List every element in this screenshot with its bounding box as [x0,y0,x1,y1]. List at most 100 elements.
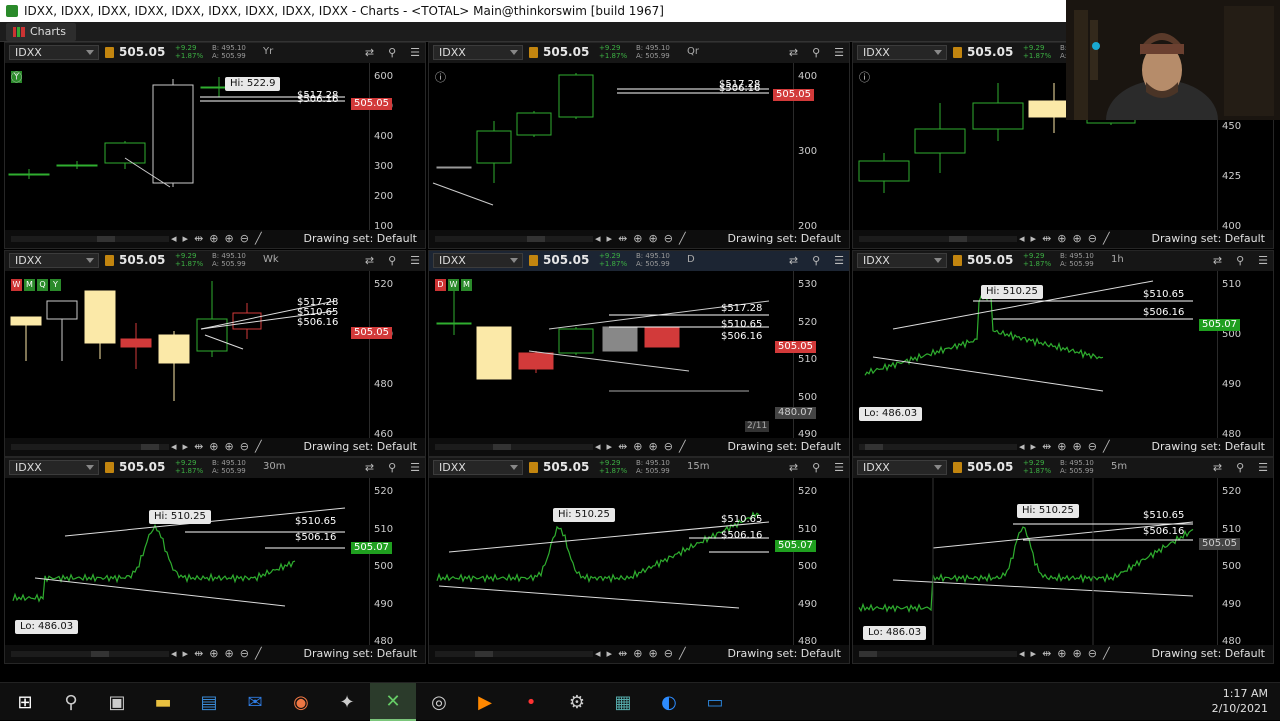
symbol-field[interactable]: IDXX [857,460,947,475]
scroll-right-icon[interactable]: ▸ [1031,646,1037,662]
scroll-thumb[interactable] [475,651,493,657]
info-icon[interactable]: ⓘ [435,69,446,85]
style-icon[interactable]: ⚲ [388,461,396,474]
scroll-right-icon[interactable]: ▸ [183,231,189,247]
horizontal-scrollbar[interactable] [11,236,169,242]
scroll-right-icon[interactable]: ▸ [1031,231,1037,247]
crosshair-icon[interactable]: ⊕ [633,646,642,662]
scroll-left-icon[interactable]: ◂ [595,439,601,455]
drawing-tool-icon[interactable]: ╱ [679,231,686,247]
horizontal-scrollbar[interactable] [11,651,169,657]
scroll-thumb[interactable] [91,651,109,657]
info-icon[interactable]: ⓘ [859,69,870,85]
app-dot-icon[interactable]: • [508,683,554,721]
scroll-left-icon[interactable]: ◂ [1019,439,1025,455]
drawing-tool-icon[interactable]: ╱ [1103,439,1110,455]
timeframe-button[interactable]: D [687,254,695,265]
outlook-icon[interactable]: ✉ [232,683,278,721]
expand-icon[interactable]: ⇹ [1042,231,1051,247]
link-icon[interactable]: ⇄ [789,254,798,267]
zoom-out-icon[interactable]: ⊖ [240,439,249,455]
scroll-right-icon[interactable]: ▸ [607,646,613,662]
chrome-icon[interactable]: ◉ [278,683,324,721]
zoom-out-icon[interactable]: ⊖ [1088,231,1097,247]
scroll-right-icon[interactable]: ▸ [607,439,613,455]
expand-icon[interactable]: ⇹ [194,439,203,455]
file-explorer-icon[interactable]: ▬ [140,683,186,721]
rdp-icon[interactable]: ▭ [692,683,738,721]
period-button[interactable]: W [11,279,22,291]
zoom-in-icon[interactable]: ⊕ [1073,231,1082,247]
zoom-out-icon[interactable]: ⊖ [1088,646,1097,662]
scroll-thumb[interactable] [865,444,883,450]
drawing-set-label[interactable]: Drawing set: Default [1152,440,1265,453]
period-button[interactable]: D [435,279,446,291]
horizontal-scrollbar[interactable] [435,651,593,657]
expand-icon[interactable]: ⇹ [1042,439,1051,455]
link-icon[interactable]: ⇄ [365,254,374,267]
symbol-field[interactable]: IDXX [857,253,947,268]
zoom-in-icon[interactable]: ⊕ [225,646,234,662]
scroll-thumb[interactable] [527,236,545,242]
zoom-out-icon[interactable]: ⊖ [1088,439,1097,455]
drawing-set-label[interactable]: Drawing set: Default [1152,647,1265,660]
menu-icon[interactable]: ☰ [834,46,844,59]
style-icon[interactable]: ⚲ [1236,461,1244,474]
horizontal-scrollbar[interactable] [859,651,1017,657]
zoom-in-icon[interactable]: ⊕ [225,439,234,455]
drawing-tool-icon[interactable]: ╱ [255,646,262,662]
style-icon[interactable]: ⚲ [1236,254,1244,267]
timeframe-button[interactable]: Wk [263,254,279,265]
expand-icon[interactable]: ⇹ [194,646,203,662]
drawing-tool-icon[interactable]: ╱ [1103,231,1110,247]
zoom-in-icon[interactable]: ⊕ [649,439,658,455]
zoom-out-icon[interactable]: ⊖ [664,439,673,455]
drawing-tool-icon[interactable]: ╱ [255,439,262,455]
menu-icon[interactable]: ☰ [410,461,420,474]
period-button[interactable]: M [461,279,472,291]
scroll-right-icon[interactable]: ▸ [183,646,189,662]
drawing-set-label[interactable]: Drawing set: Default [304,232,417,245]
timeframe-button[interactable]: 5m [1111,461,1127,472]
expand-icon[interactable]: ⇹ [618,439,627,455]
timeframe-button[interactable]: Qr [687,46,699,57]
horizontal-scrollbar[interactable] [435,444,593,450]
calculator-icon[interactable]: ▦ [600,683,646,721]
style-icon[interactable]: ⚲ [812,461,820,474]
search-icon[interactable]: ⚲ [48,683,94,721]
style-icon[interactable]: ⚲ [812,46,820,59]
scroll-left-icon[interactable]: ◂ [595,231,601,247]
store-icon[interactable]: ▤ [186,683,232,721]
scroll-left-icon[interactable]: ◂ [171,646,177,662]
tab-charts[interactable]: Charts [6,23,76,41]
link-icon[interactable]: ⇄ [789,461,798,474]
zoom-in-icon[interactable]: ⊕ [649,231,658,247]
horizontal-scrollbar[interactable] [859,236,1017,242]
scroll-thumb[interactable] [949,236,967,242]
crosshair-icon[interactable]: ⊕ [1057,646,1066,662]
horizontal-scrollbar[interactable] [435,236,593,242]
scroll-left-icon[interactable]: ◂ [171,439,177,455]
timeframe-button[interactable]: 30m [263,461,285,472]
style-icon[interactable]: ⚲ [388,254,396,267]
symbol-field[interactable]: IDXX [9,460,99,475]
timeframe-button[interactable]: Yr [263,46,273,57]
zoom-out-icon[interactable]: ⊖ [664,231,673,247]
drawing-set-label[interactable]: Drawing set: Default [304,647,417,660]
expand-icon[interactable]: ⇹ [1042,646,1051,662]
link-icon[interactable]: ⇄ [365,461,374,474]
clock[interactable]: 1:17 AM 2/10/2021 [1212,686,1268,716]
scroll-thumb[interactable] [859,651,877,657]
scroll-left-icon[interactable]: ◂ [1019,646,1025,662]
zoom-in-icon[interactable]: ⊕ [1073,439,1082,455]
drawing-tool-icon[interactable]: ╱ [1103,646,1110,662]
menu-icon[interactable]: ☰ [834,461,844,474]
zoom-icon[interactable]: ◐ [646,683,692,721]
timeframe-button[interactable]: 1h [1111,254,1124,265]
scroll-right-icon[interactable]: ▸ [183,439,189,455]
expand-icon[interactable]: ⇹ [194,231,203,247]
media-icon[interactable]: ▶ [462,683,508,721]
symbol-field[interactable]: IDXX [433,45,523,60]
crosshair-icon[interactable]: ⊕ [633,439,642,455]
crosshair-icon[interactable]: ⊕ [1057,439,1066,455]
